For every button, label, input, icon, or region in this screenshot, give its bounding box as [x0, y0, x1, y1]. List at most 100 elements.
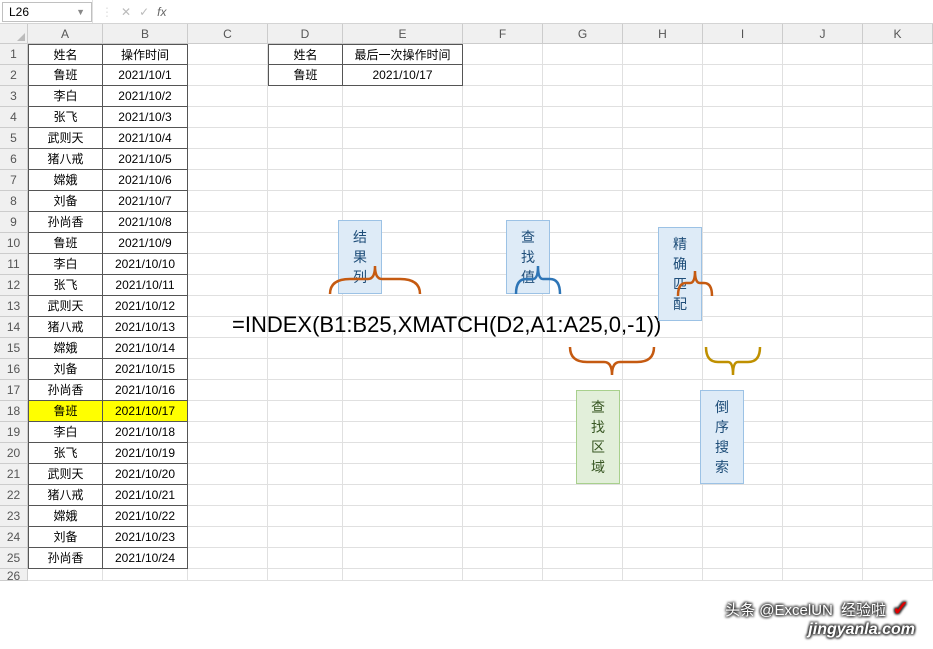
cell[interactable]: [543, 275, 623, 296]
cell[interactable]: [863, 548, 933, 569]
cell[interactable]: [268, 233, 343, 254]
cell[interactable]: [623, 170, 703, 191]
cell[interactable]: [188, 296, 268, 317]
cell[interactable]: [783, 317, 863, 338]
cell[interactable]: [268, 86, 343, 107]
cell[interactable]: [268, 380, 343, 401]
cell[interactable]: [703, 233, 783, 254]
cell[interactable]: [343, 359, 463, 380]
cell[interactable]: 猪八戒: [28, 149, 103, 170]
cell[interactable]: 孙尚香: [28, 380, 103, 401]
cell[interactable]: [543, 359, 623, 380]
cell[interactable]: [783, 149, 863, 170]
cell[interactable]: 2021/10/16: [103, 380, 188, 401]
cell[interactable]: [703, 254, 783, 275]
cell[interactable]: [188, 191, 268, 212]
row-header[interactable]: 2: [0, 65, 28, 86]
cell[interactable]: [703, 65, 783, 86]
cell[interactable]: [703, 44, 783, 65]
cell[interactable]: [543, 170, 623, 191]
cell[interactable]: [703, 149, 783, 170]
cell[interactable]: [863, 569, 933, 581]
cell[interactable]: [463, 485, 543, 506]
cell[interactable]: [463, 44, 543, 65]
cell[interactable]: [268, 485, 343, 506]
cell[interactable]: [623, 359, 703, 380]
row-header[interactable]: 10: [0, 233, 28, 254]
cell[interactable]: 2021/10/1: [103, 65, 188, 86]
cell[interactable]: [623, 275, 703, 296]
col-header-D[interactable]: D: [268, 24, 343, 44]
cell[interactable]: 2021/10/6: [103, 170, 188, 191]
cell[interactable]: [863, 296, 933, 317]
cell[interactable]: [188, 44, 268, 65]
row-header[interactable]: 18: [0, 401, 28, 422]
cell[interactable]: [543, 317, 623, 338]
row-header[interactable]: 3: [0, 86, 28, 107]
chevron-down-icon[interactable]: ▼: [76, 7, 85, 17]
cell[interactable]: [703, 338, 783, 359]
cell[interactable]: [343, 107, 463, 128]
cell[interactable]: [268, 422, 343, 443]
col-header-H[interactable]: H: [623, 24, 703, 44]
cell[interactable]: [463, 254, 543, 275]
cell[interactable]: [268, 527, 343, 548]
cell[interactable]: 最后一次操作时间: [343, 44, 463, 65]
cell[interactable]: [783, 422, 863, 443]
cell[interactable]: [783, 527, 863, 548]
row-header[interactable]: 5: [0, 128, 28, 149]
cell[interactable]: [863, 401, 933, 422]
cell[interactable]: [703, 296, 783, 317]
cell[interactable]: [703, 506, 783, 527]
cell[interactable]: [188, 338, 268, 359]
cell[interactable]: [863, 506, 933, 527]
cell[interactable]: 张飞: [28, 275, 103, 296]
cell[interactable]: [463, 191, 543, 212]
cell[interactable]: [188, 464, 268, 485]
cell[interactable]: [543, 548, 623, 569]
cell[interactable]: [188, 506, 268, 527]
cell[interactable]: [188, 149, 268, 170]
cell[interactable]: [268, 275, 343, 296]
cell[interactable]: 猪八戒: [28, 317, 103, 338]
col-header-B[interactable]: B: [103, 24, 188, 44]
row-header[interactable]: 4: [0, 107, 28, 128]
cell[interactable]: [268, 317, 343, 338]
col-header-G[interactable]: G: [543, 24, 623, 44]
formula-input[interactable]: [174, 0, 933, 23]
cell[interactable]: [783, 401, 863, 422]
cell[interactable]: [783, 275, 863, 296]
cell[interactable]: [783, 296, 863, 317]
cell[interactable]: [543, 527, 623, 548]
cell[interactable]: [623, 464, 703, 485]
cell[interactable]: [463, 338, 543, 359]
row-header[interactable]: 19: [0, 422, 28, 443]
cell[interactable]: [623, 443, 703, 464]
col-header-J[interactable]: J: [783, 24, 863, 44]
cell[interactable]: [343, 422, 463, 443]
cell[interactable]: [623, 212, 703, 233]
cell[interactable]: 李白: [28, 86, 103, 107]
cell[interactable]: [188, 422, 268, 443]
cell[interactable]: [863, 128, 933, 149]
cell[interactable]: [543, 44, 623, 65]
cell[interactable]: [343, 296, 463, 317]
cell[interactable]: [268, 569, 343, 581]
cell[interactable]: 2021/10/17: [103, 401, 188, 422]
cell[interactable]: 孙尚香: [28, 212, 103, 233]
cell[interactable]: [188, 65, 268, 86]
cell[interactable]: [463, 401, 543, 422]
cell[interactable]: 李白: [28, 422, 103, 443]
cell[interactable]: [188, 401, 268, 422]
cell[interactable]: [703, 86, 783, 107]
cell[interactable]: [863, 359, 933, 380]
cell[interactable]: [463, 170, 543, 191]
cell[interactable]: 刘备: [28, 527, 103, 548]
cell[interactable]: [863, 191, 933, 212]
cell[interactable]: [188, 107, 268, 128]
cell[interactable]: [783, 86, 863, 107]
col-header-F[interactable]: F: [463, 24, 543, 44]
cell[interactable]: [343, 527, 463, 548]
cell[interactable]: 2021/10/11: [103, 275, 188, 296]
cell[interactable]: [783, 254, 863, 275]
